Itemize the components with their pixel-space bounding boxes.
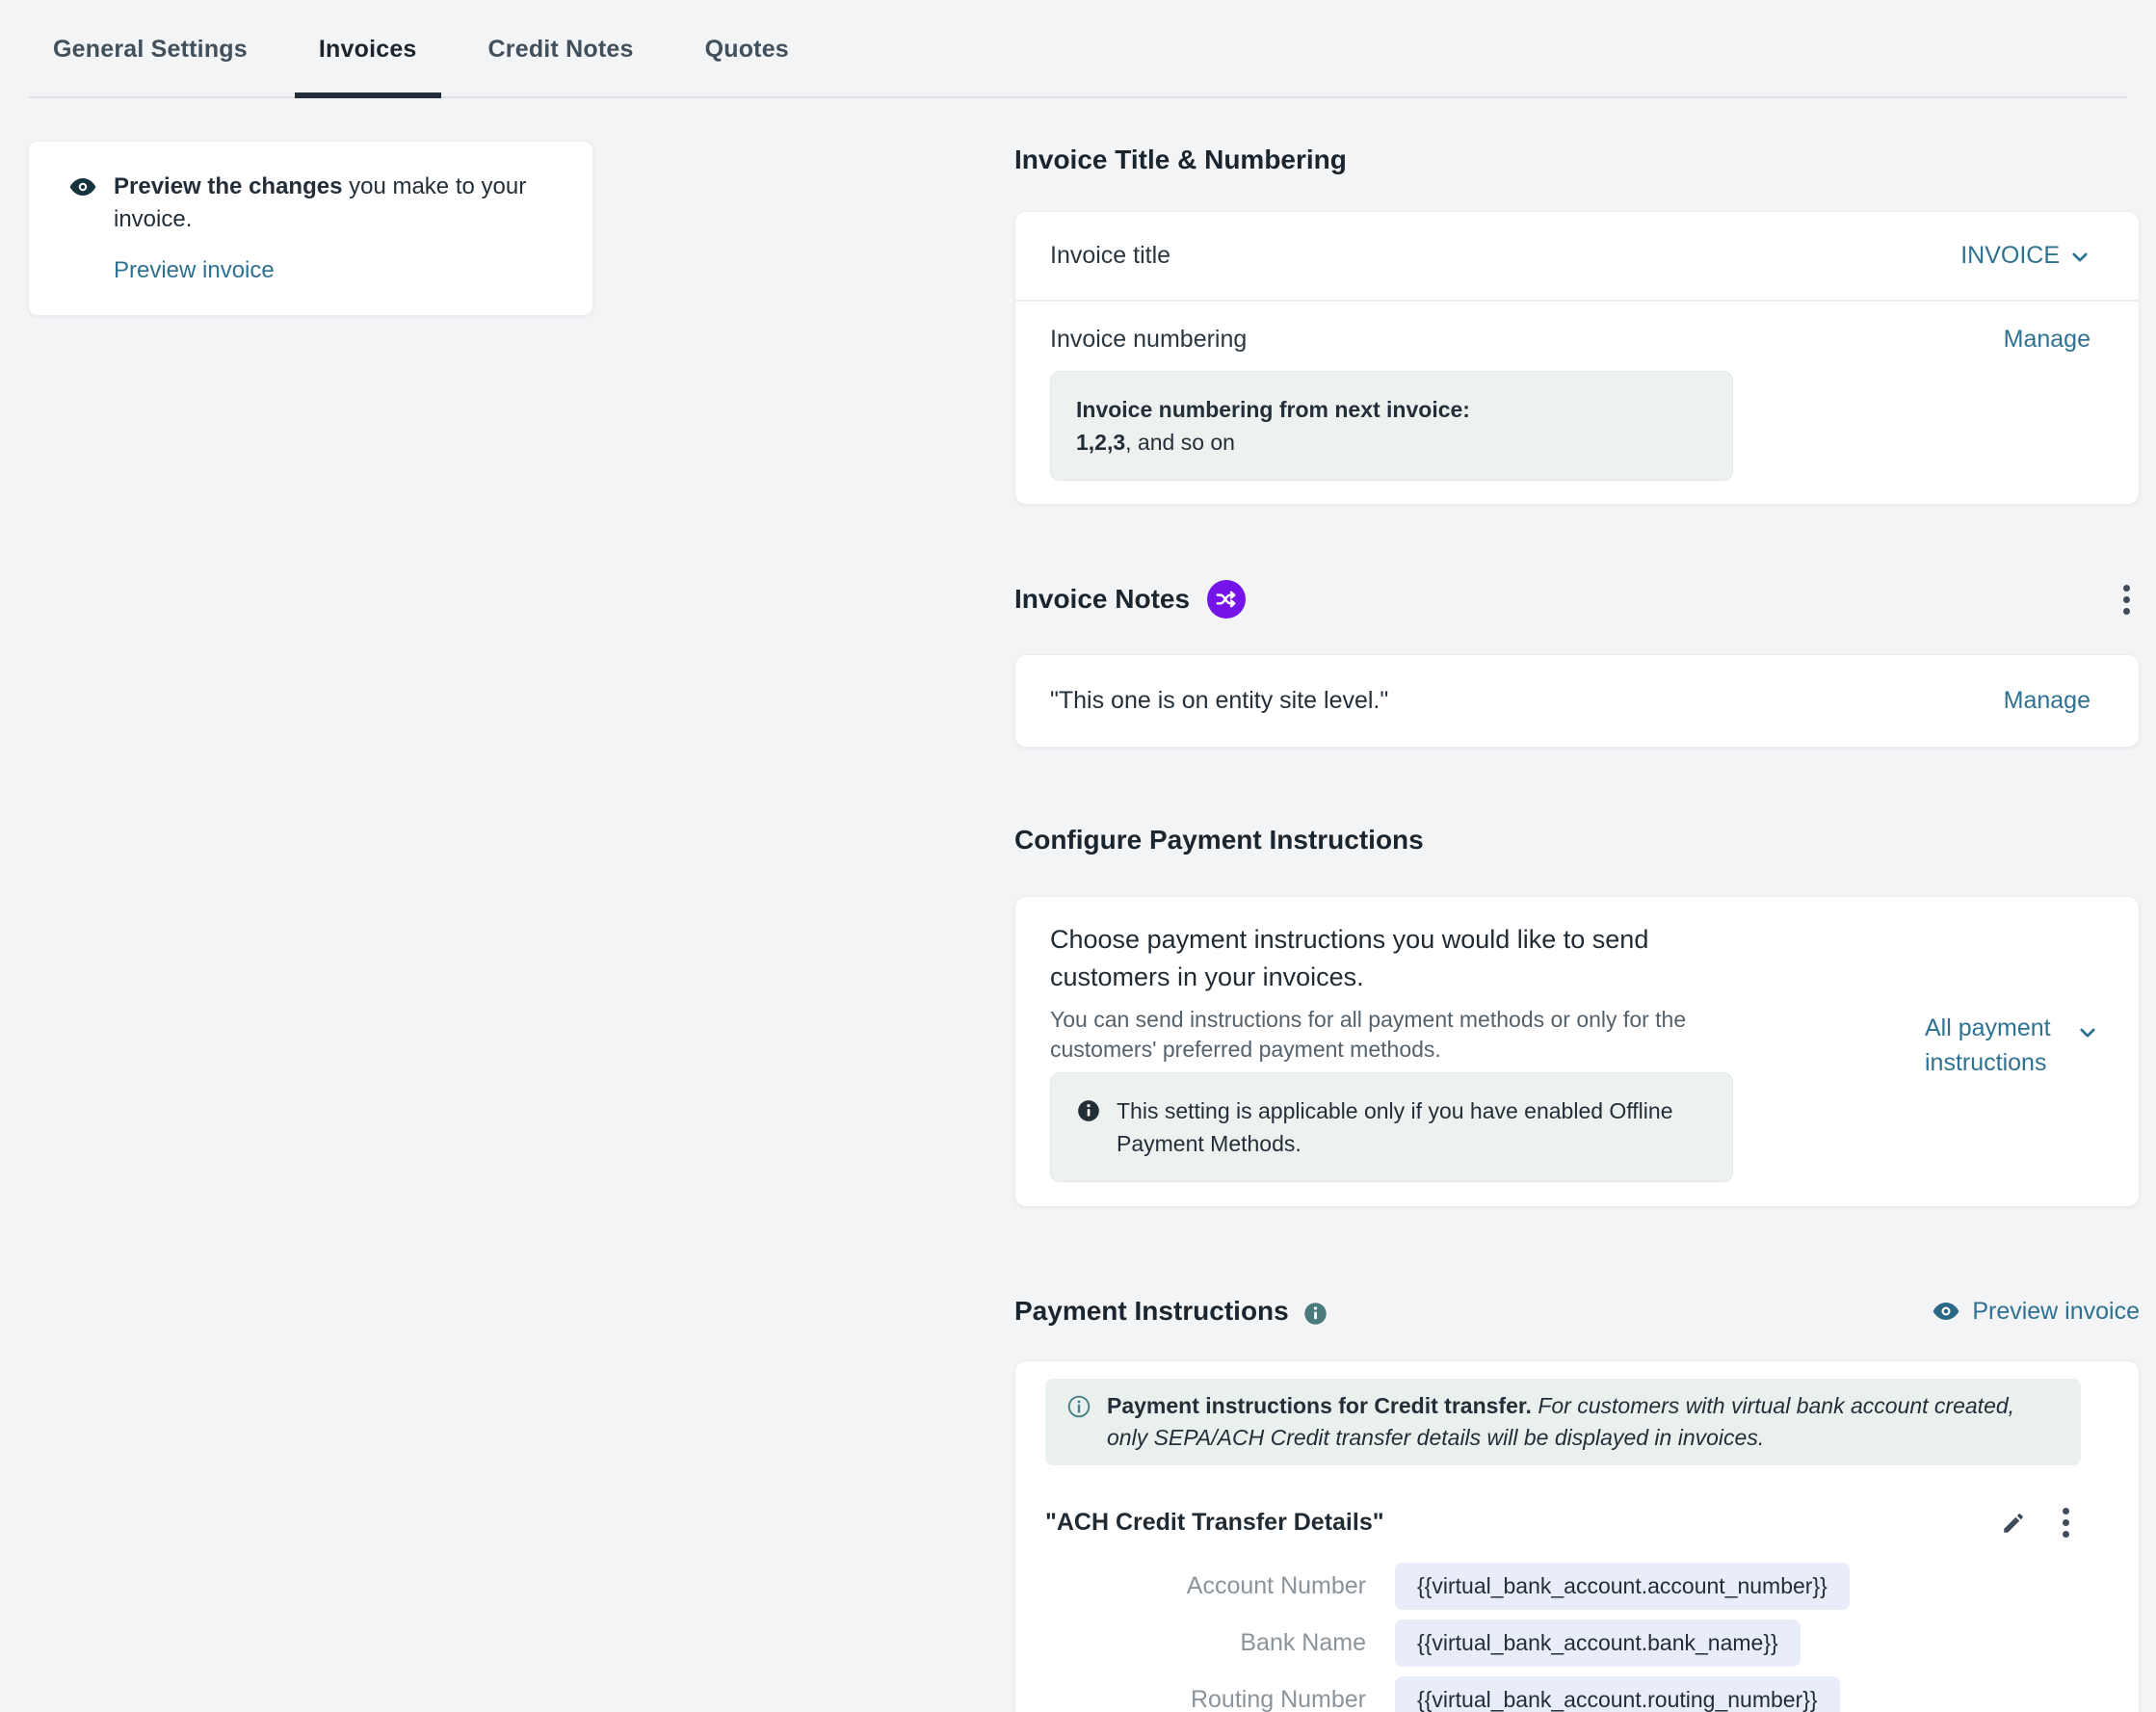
preview-invoice-link[interactable]: Preview invoice	[114, 257, 275, 284]
field-value-pill: {{virtual_bank_account.routing_number}}	[1395, 1676, 1840, 1712]
invoice-numbering-note: Invoice numbering from next invoice: 1,2…	[1050, 371, 1733, 481]
field-row-bank-name: Bank Name {{virtual_bank_account.bank_na…	[1045, 1620, 2081, 1667]
field-value-pill: {{virtual_bank_account.account_number}}	[1395, 1563, 1850, 1610]
payment-methods-dropdown-value: All payment instructions	[1925, 1014, 2051, 1076]
configure-payment-heading: Configure Payment Instructions	[1014, 823, 2140, 857]
eye-icon	[1932, 1297, 1960, 1326]
invoice-title-dropdown[interactable]: INVOICE	[1960, 242, 2090, 270]
offline-payment-note-text: This setting is applicable only if you h…	[1117, 1094, 1695, 1160]
field-value-pill: {{virtual_bank_account.bank_name}}	[1395, 1620, 1801, 1667]
tab-general-settings[interactable]: General Settings	[29, 36, 272, 96]
preview-changes-card: Preview the changes you make to your inv…	[28, 141, 593, 316]
ach-details-menu-button[interactable]	[2059, 1504, 2073, 1541]
banner-bold-text: Payment instructions for Credit transfer…	[1107, 1393, 1532, 1418]
payment-instructions-heading: Payment Instructions	[1014, 1294, 1289, 1329]
invoice-notes-menu-button[interactable]	[2119, 581, 2134, 619]
invoice-title-numbering-card: Invoice title INVOICE Invoice numbering …	[1014, 211, 2140, 505]
invoice-title-label: Invoice title	[1050, 242, 1170, 270]
preview-invoice-link-bottom[interactable]: Preview invoice	[1932, 1297, 2140, 1326]
configure-payment-subtitle: You can send instructions for all paymen…	[1050, 1005, 1734, 1065]
numbering-note-line1: Invoice numbering from next invoice:	[1076, 397, 1470, 422]
tab-quotes[interactable]: Quotes	[681, 36, 813, 96]
invoice-notes-manage-link[interactable]: Manage	[2004, 687, 2090, 715]
offline-payment-note: This setting is applicable only if you h…	[1050, 1072, 1733, 1182]
eye-icon	[68, 172, 97, 201]
invoice-title-value: INVOICE	[1960, 242, 2060, 270]
invoice-settings-page: General Settings Invoices Credit Notes Q…	[0, 0, 2156, 1712]
configure-payment-title: Choose payment instructions you would li…	[1050, 921, 1705, 996]
field-label: Account Number	[1045, 1572, 1366, 1600]
ach-fields: Account Number {{virtual_bank_account.ac…	[1045, 1563, 2081, 1712]
info-icon	[1076, 1098, 1101, 1123]
invoice-notes-heading: Invoice Notes	[1014, 582, 1190, 617]
field-row-routing-number: Routing Number {{virtual_bank_account.ro…	[1045, 1676, 2081, 1712]
tab-invoices[interactable]: Invoices	[295, 36, 441, 96]
invoice-notes-card: "This one is on entity site level." Mana…	[1014, 654, 2140, 748]
invoice-numbering-row: Invoice numbering Manage Invoice numberi…	[1015, 302, 2139, 504]
field-label: Routing Number	[1045, 1686, 1366, 1712]
payment-instructions-card: Payment instructions for Credit transfer…	[1014, 1360, 2140, 1712]
settings-content-column: Invoice Title & Numbering Invoice title …	[1014, 0, 2140, 1712]
chevron-down-icon	[2069, 247, 2090, 268]
numbering-note-rest: , and so on	[1125, 430, 1235, 455]
edit-pencil-icon[interactable]	[2001, 1511, 2026, 1536]
invoice-numbering-label: Invoice numbering	[1050, 326, 1247, 354]
credit-transfer-banner-text: Payment instructions for Credit transfer…	[1107, 1390, 2060, 1454]
info-outline-icon	[1066, 1394, 1091, 1419]
invoice-numbering-manage-link[interactable]: Manage	[2004, 326, 2090, 354]
invoice-title-numbering-heading: Invoice Title & Numbering	[1014, 143, 2140, 177]
invoice-note-text: "This one is on entity site level."	[1050, 687, 1388, 715]
chevron-down-icon	[2077, 1018, 2098, 1040]
preview-changes-lead: Preview the changes	[114, 173, 342, 199]
field-row-account-number: Account Number {{virtual_bank_account.ac…	[1045, 1563, 2081, 1610]
tab-credit-notes[interactable]: Credit Notes	[464, 36, 658, 96]
field-label: Bank Name	[1045, 1629, 1366, 1657]
numbering-note-sequence: 1,2,3	[1076, 430, 1125, 455]
invoice-notes-heading-row: Invoice Notes	[1014, 580, 2140, 619]
preview-changes-text: Preview the changes you make to your inv…	[114, 171, 554, 236]
configure-payment-card: Choose payment instructions you would li…	[1014, 896, 2140, 1207]
info-icon[interactable]	[1302, 1301, 1328, 1327]
payment-methods-dropdown[interactable]: All payment instructions	[1925, 1011, 2094, 1080]
credit-transfer-banner: Payment instructions for Credit transfer…	[1045, 1379, 2081, 1465]
payment-instructions-heading-row: Payment Instructions Preview invoice	[1014, 1294, 2140, 1329]
preview-invoice-link-label: Preview invoice	[1972, 1298, 2140, 1326]
ach-details-title: "ACH Credit Transfer Details"	[1045, 1509, 1384, 1537]
ach-details-header: "ACH Credit Transfer Details"	[1045, 1504, 2081, 1541]
invoice-title-row: Invoice title INVOICE	[1015, 212, 2139, 302]
shuffle-badge-icon	[1207, 580, 1246, 619]
